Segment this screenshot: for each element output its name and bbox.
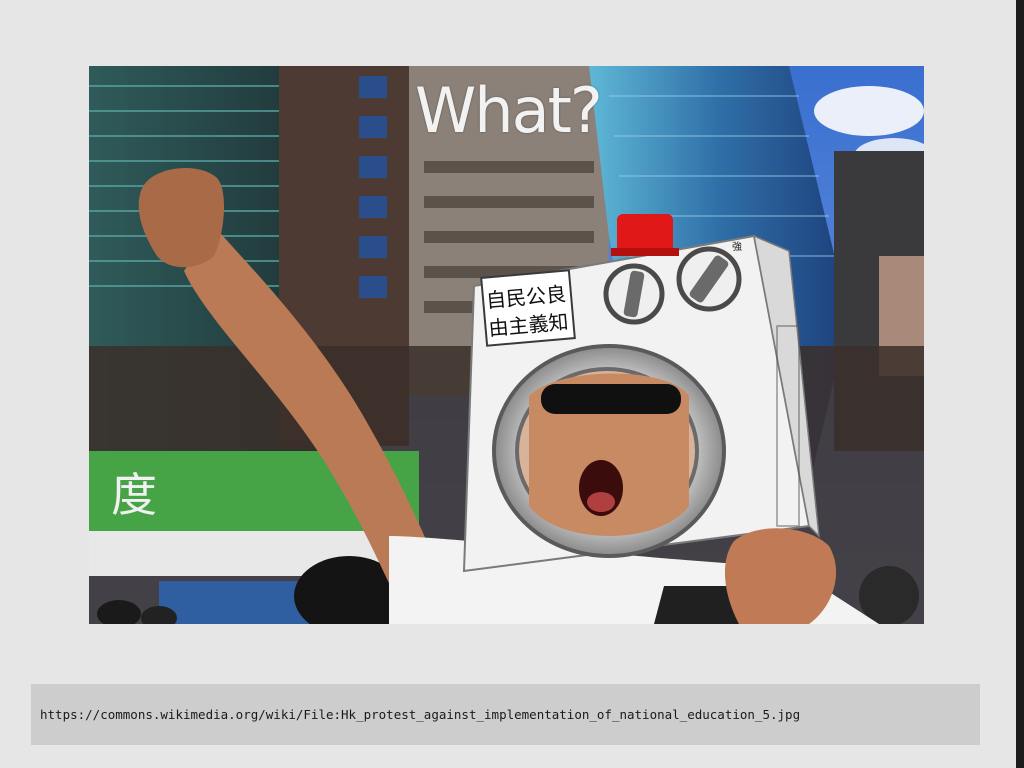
tongue (587, 492, 615, 512)
holding-hand (724, 528, 837, 624)
bag-strap (654, 586, 739, 624)
presentation-slide: 度 自民公良 由主義知 強 What? https://commons.wiki… (0, 0, 1024, 768)
slide-title: What? (415, 74, 603, 147)
window-edge (1016, 0, 1024, 768)
protest-photo: 度 自民公良 由主義知 強 What? (89, 66, 924, 624)
source-url[interactable]: https://commons.wikimedia.org/wiki/File:… (40, 707, 800, 722)
shop-sign-character: 度 (111, 468, 157, 522)
siren-base (611, 248, 679, 256)
crowd-head (859, 566, 919, 624)
corner-character: 強 (732, 240, 742, 253)
sunglasses (541, 384, 681, 414)
photo-illustration: 度 自民公良 由主義知 強 (89, 66, 924, 624)
source-url-bar: https://commons.wikimedia.org/wiki/File:… (31, 684, 980, 745)
